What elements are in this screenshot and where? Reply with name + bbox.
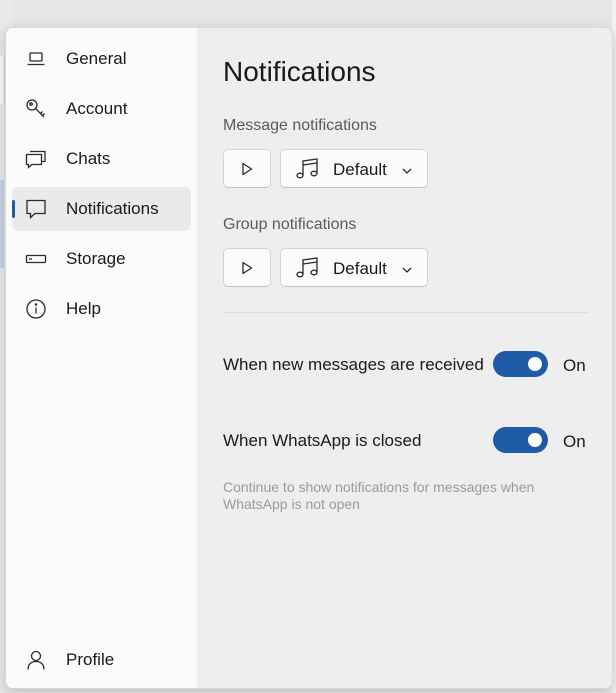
new-messages-toggle-state: On (563, 356, 586, 375)
sidebar-item-label: General (66, 49, 127, 68)
key-icon (24, 97, 48, 121)
sidebar-item-label: Notifications (66, 199, 159, 218)
sidebar-item-help[interactable]: Help (12, 287, 191, 331)
section-divider (223, 312, 588, 313)
group-play-sound-button[interactable] (223, 248, 271, 287)
sidebar-item-notifications[interactable]: Notifications (12, 187, 191, 231)
play-icon (242, 162, 253, 175)
selected-indicator (12, 200, 15, 218)
settings-dialog: General Account Chats Notifications Stor… (5, 27, 613, 689)
sidebar-item-label: Chats (66, 149, 111, 168)
notification-icon (24, 197, 48, 221)
group-notifications-label: Group notifications (223, 216, 357, 233)
toggle-knob (528, 357, 542, 371)
sidebar-item-label: Storage (66, 249, 126, 268)
sound-value: Default (333, 259, 387, 278)
sidebar-item-label: Profile (66, 650, 115, 669)
whatsapp-closed-help-text: Continue to show notifications for messa… (223, 479, 535, 512)
background-window-selection (0, 180, 4, 268)
sound-value: Default (333, 160, 387, 179)
message-sound-dropdown[interactable]: Default (280, 149, 428, 188)
music-note-icon (295, 257, 321, 284)
sidebar-item-account[interactable]: Account (12, 87, 191, 131)
whatsapp-closed-toggle-label: When WhatsApp is closed (223, 431, 422, 450)
notifications-panel: Notifications Message notifications Defa… (197, 28, 612, 688)
toggle-knob (528, 433, 542, 447)
storage-icon (24, 247, 48, 271)
whatsapp-closed-toggle-state: On (563, 432, 586, 451)
message-notifications-label: Message notifications (223, 117, 377, 134)
play-icon (242, 261, 253, 274)
person-icon (24, 648, 48, 672)
sidebar-item-general[interactable]: General (12, 37, 191, 81)
music-note-icon (295, 158, 321, 185)
settings-sidebar: General Account Chats Notifications Stor… (6, 28, 197, 688)
whatsapp-closed-toggle[interactable] (493, 427, 548, 453)
sidebar-item-profile[interactable]: Profile (12, 638, 191, 682)
chevron-down-icon (401, 162, 413, 180)
chat-icon (24, 147, 48, 171)
group-sound-dropdown[interactable]: Default (280, 248, 428, 287)
background-window-top (14, 0, 616, 26)
chevron-down-icon (401, 261, 413, 279)
sidebar-item-chats[interactable]: Chats (12, 137, 191, 181)
new-messages-toggle[interactable] (493, 351, 548, 377)
info-icon (24, 297, 48, 321)
message-play-sound-button[interactable] (223, 149, 271, 188)
page-title: Notifications (223, 56, 376, 87)
laptop-icon (24, 47, 48, 71)
sidebar-item-label: Account (66, 99, 128, 118)
sidebar-item-storage[interactable]: Storage (12, 237, 191, 281)
sidebar-item-label: Help (66, 299, 101, 318)
new-messages-toggle-label: When new messages are received (223, 355, 484, 374)
